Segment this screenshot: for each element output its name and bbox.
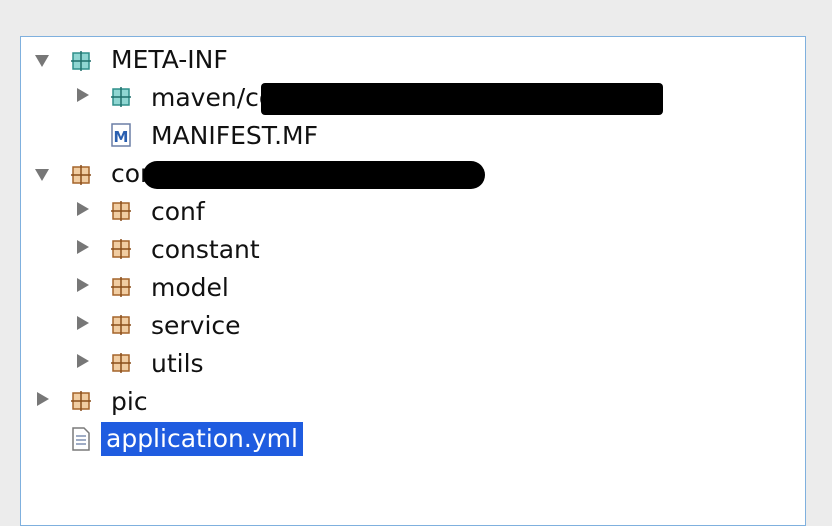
package-icon	[111, 239, 131, 259]
package-icon	[71, 391, 91, 411]
expand-arrow-icon[interactable]	[77, 354, 89, 368]
tree-item-manifest[interactable]: MANIFEST.MF	[146, 119, 323, 153]
tree-item-pic[interactable]: pic	[106, 385, 153, 419]
package-explorer-tree[interactable]: META-INF maven/co M MANIFEST.MF com conf…	[20, 36, 806, 526]
expand-arrow-icon[interactable]	[77, 240, 89, 254]
expand-arrow-icon[interactable]	[77, 278, 89, 292]
package-icon	[111, 315, 131, 335]
tree-item-constant[interactable]: constant	[146, 233, 265, 267]
expand-arrow-icon[interactable]	[77, 202, 89, 216]
package-icon	[71, 165, 91, 185]
package-icon	[111, 201, 131, 221]
package-icon	[111, 277, 131, 297]
expand-arrow-icon[interactable]	[37, 392, 49, 406]
package-icon	[111, 353, 131, 373]
manifest-file-icon: M	[111, 123, 131, 147]
tree-item-conf[interactable]: conf	[146, 195, 210, 229]
tree-item-service[interactable]: service	[146, 309, 246, 343]
tree-item-utils[interactable]: utils	[146, 347, 209, 381]
window-top-bar	[0, 0, 832, 36]
svg-text:M: M	[114, 128, 129, 146]
source-folder-icon	[111, 87, 131, 107]
tree-item-maven[interactable]: maven/co	[146, 81, 279, 115]
tree-item-application-yml[interactable]: application.yml	[101, 422, 303, 456]
collapse-arrow-icon[interactable]	[35, 169, 49, 181]
redaction-bar	[261, 83, 663, 115]
source-folder-icon	[71, 51, 91, 71]
redaction-bar	[143, 161, 485, 189]
tree-item-model[interactable]: model	[146, 271, 234, 305]
tree-item-meta-inf[interactable]: META-INF	[106, 43, 233, 77]
collapse-arrow-icon[interactable]	[35, 55, 49, 67]
text-file-icon	[72, 427, 90, 451]
expand-arrow-icon[interactable]	[77, 316, 89, 330]
expand-arrow-icon[interactable]	[77, 88, 89, 102]
